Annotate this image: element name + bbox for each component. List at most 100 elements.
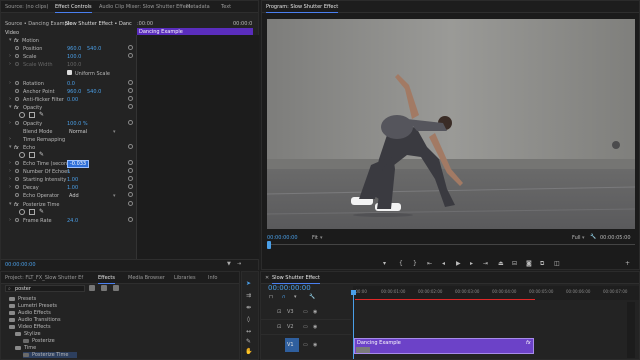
go-to-in-icon[interactable]: ⇤: [427, 260, 432, 267]
settings-icon[interactable]: 🔧: [590, 234, 596, 240]
opacity-section-row[interactable]: ▾ fx Opacity: [1, 104, 133, 111]
fx-badge[interactable]: fx: [526, 340, 531, 346]
tree-item-time[interactable]: Time: [15, 345, 36, 351]
stopwatch-icon[interactable]: [15, 177, 19, 181]
expand-arrow-icon[interactable]: ›: [9, 96, 11, 102]
echo-operator-select[interactable]: Add: [69, 193, 79, 199]
tab-info[interactable]: Info: [208, 275, 217, 281]
toggle-output-icon[interactable]: ▭: [303, 324, 308, 330]
tab-timeline-sequence[interactable]: Slow Shutter Effect: [272, 275, 320, 284]
timeline-timecode[interactable]: 00:00:00:00: [268, 284, 311, 292]
pen-mask-icon[interactable]: ✎: [39, 111, 44, 118]
reset-icon[interactable]: [128, 184, 133, 189]
reset-icon[interactable]: [128, 45, 133, 50]
pen-mask-icon[interactable]: ✎: [39, 151, 44, 158]
position-y-value[interactable]: 540.0: [87, 46, 101, 52]
playhead-handle[interactable]: [351, 290, 356, 295]
frame-rate-value[interactable]: 24.0: [67, 218, 78, 224]
expand-arrow-icon[interactable]: ›: [9, 176, 11, 182]
tree-item-posterize[interactable]: Posterize: [23, 338, 55, 344]
ellipse-mask-icon[interactable]: [19, 152, 25, 158]
reset-icon[interactable]: [128, 168, 133, 173]
track-label-v3[interactable]: V3: [287, 309, 294, 315]
ripple-edit-tool-icon[interactable]: ⇹: [245, 304, 252, 311]
stopwatch-icon[interactable]: [15, 169, 19, 173]
uniform-scale-checkbox[interactable]: [67, 70, 72, 75]
tree-item-presets[interactable]: Presets: [9, 296, 36, 302]
ec-footer-timecode[interactable]: 00:00:00:00: [5, 262, 36, 268]
reset-icon[interactable]: [128, 144, 133, 149]
tab-effect-controls[interactable]: Effect Controls: [55, 4, 92, 13]
slip-tool-icon[interactable]: ↔: [245, 328, 252, 335]
reset-icon[interactable]: [128, 176, 133, 181]
accelerated-effects-icon[interactable]: [89, 285, 95, 291]
lift-icon[interactable]: ⏏: [498, 260, 504, 267]
razor-tool-icon[interactable]: ◊: [245, 316, 252, 323]
num-echoes-value[interactable]: 1: [67, 169, 70, 175]
stopwatch-icon[interactable]: [15, 193, 19, 197]
fit-select[interactable]: Fit: [312, 235, 318, 241]
position-x-value[interactable]: 960.0: [67, 46, 81, 52]
yuv-effects-icon[interactable]: [113, 285, 119, 291]
hand-tool-icon[interactable]: ✋: [245, 348, 252, 355]
stopwatch-icon[interactable]: [15, 161, 19, 165]
tab-program[interactable]: Program: Slow Shutter Effect: [266, 4, 339, 13]
add-marker-icon[interactable]: ▾: [383, 260, 386, 267]
filter-icon[interactable]: ▼: [227, 261, 231, 267]
stopwatch-icon[interactable]: [15, 62, 19, 66]
eye-icon[interactable]: ◉: [313, 324, 317, 330]
vr-icon[interactable]: ◫: [554, 260, 560, 267]
toggle-output-icon[interactable]: ▭: [303, 309, 308, 315]
reset-icon[interactable]: [128, 201, 133, 206]
chevron-down-icon[interactable]: ▾: [113, 129, 116, 135]
quality-select[interactable]: Full: [572, 235, 581, 241]
tab-effects[interactable]: Effects: [98, 275, 115, 284]
tab-libraries[interactable]: Libraries: [174, 275, 196, 281]
time-remapping-row[interactable]: › Time Remapping: [1, 136, 131, 143]
step-back-icon[interactable]: ◂: [442, 260, 445, 267]
expand-arrow-icon[interactable]: ›: [9, 168, 11, 174]
timeline-settings-icon[interactable]: 🔧: [309, 294, 315, 300]
tree-item-audio-transitions[interactable]: Audio Transitions: [9, 317, 61, 323]
opacity-value[interactable]: 100.0 %: [67, 121, 88, 127]
tab-audio-clip-mixer[interactable]: Audio Clip Mixer: Slow Shutter Effect: [99, 4, 191, 10]
export-frame-icon[interactable]: ◙: [526, 260, 532, 267]
add-marker-icon[interactable]: ▾: [294, 294, 297, 300]
tab-project[interactable]: Project: FLT_FX_Slow Shutter Ef: [5, 275, 83, 281]
rectangle-mask-icon[interactable]: [29, 209, 35, 215]
tree-item-posterize-time[interactable]: Posterize Time: [23, 352, 77, 358]
stopwatch-icon[interactable]: [15, 97, 19, 101]
expand-arrow-icon[interactable]: ›: [9, 217, 11, 223]
stopwatch-icon[interactable]: [15, 185, 19, 189]
echo-section-row[interactable]: ▾ fx Echo: [1, 144, 133, 151]
close-icon[interactable]: ✕: [265, 275, 269, 281]
rectangle-mask-icon[interactable]: [29, 152, 35, 158]
reset-icon[interactable]: [128, 88, 133, 93]
stopwatch-icon[interactable]: [15, 89, 19, 93]
program-playhead[interactable]: [267, 241, 271, 249]
expand-arrow-icon[interactable]: ›: [9, 80, 11, 86]
stopwatch-icon[interactable]: [15, 121, 19, 125]
tab-source[interactable]: Source: (no clips): [5, 4, 48, 10]
timeline-clip[interactable]: Dancing Example fx: [354, 338, 534, 354]
timeline-scrollbar[interactable]: [627, 302, 635, 358]
stopwatch-icon[interactable]: [15, 218, 19, 222]
program-scrub-bar[interactable]: [267, 244, 635, 245]
snap-icon[interactable]: ⊓: [269, 294, 273, 300]
play-icon[interactable]: ▶: [456, 260, 461, 267]
tree-item-video-effects[interactable]: Video Effects: [9, 324, 51, 330]
ellipse-mask-icon[interactable]: [19, 112, 25, 118]
stopwatch-icon[interactable]: [15, 46, 19, 50]
antiflicker-value[interactable]: 0.00: [67, 97, 78, 103]
effects-search-box[interactable]: ⌕ poster: [5, 285, 85, 292]
go-to-out-icon[interactable]: ⇥: [483, 260, 488, 267]
scale-value[interactable]: 100.0: [67, 54, 81, 60]
add-button-icon[interactable]: +: [625, 260, 630, 267]
reset-icon[interactable]: [128, 104, 133, 109]
expand-arrow-icon[interactable]: ›: [9, 61, 11, 67]
eye-icon[interactable]: ◉: [313, 309, 317, 315]
track-select-tool-icon[interactable]: ⇉: [245, 292, 252, 299]
expand-arrow-icon[interactable]: ›: [9, 120, 11, 126]
eye-icon[interactable]: ◉: [313, 342, 317, 348]
rotation-value[interactable]: 0.0: [67, 81, 75, 87]
